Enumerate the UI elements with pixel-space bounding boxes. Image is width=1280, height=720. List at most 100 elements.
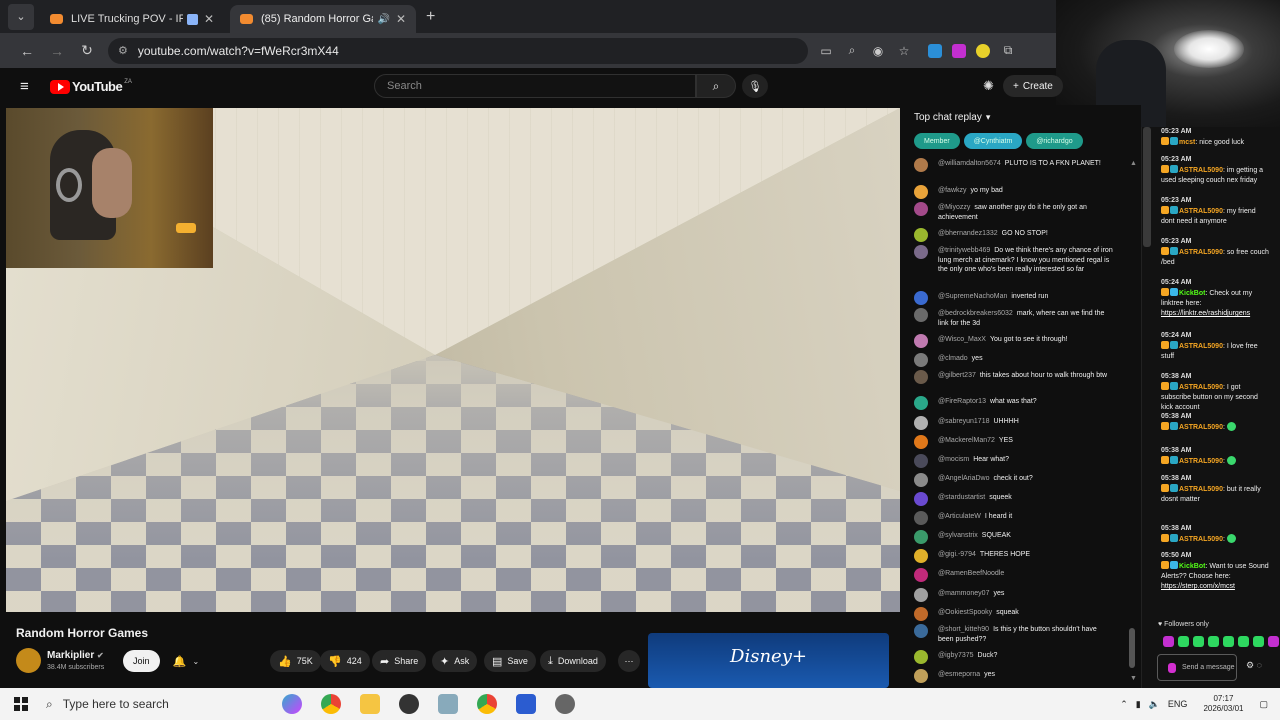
chat-avatar[interactable] xyxy=(914,202,928,216)
channel-avatar[interactable] xyxy=(16,648,41,673)
chat-username[interactable]: @stardustartist xyxy=(938,494,985,501)
subscribed-bell-button[interactable]: 🔔 ⌄ xyxy=(164,650,208,672)
chat-avatar[interactable] xyxy=(914,650,928,664)
chat-username[interactable]: @Wisco_MaxX xyxy=(938,336,986,343)
tab-random-horror[interactable]: (85) Random Horror Games 🔊 ✕ xyxy=(230,5,416,33)
more-actions-button[interactable]: ⋯ xyxy=(618,650,640,672)
save-button[interactable]: ▤ Save xyxy=(484,650,536,672)
chat-avatar[interactable] xyxy=(914,530,928,544)
chat-username[interactable]: @bhernandez1332 xyxy=(938,230,998,237)
chat-username[interactable]: @bedrockbreakers6032 xyxy=(938,310,1013,317)
voice-search-icon[interactable]: 🎙 xyxy=(742,74,768,98)
app-icon[interactable] xyxy=(516,694,536,714)
chat-avatar[interactable] xyxy=(914,396,928,410)
chat-avatar[interactable] xyxy=(914,607,928,621)
chat-username[interactable]: @fawkzy xyxy=(938,187,967,194)
app-icon[interactable] xyxy=(438,694,458,714)
close-tab-icon[interactable]: ✕ xyxy=(204,12,214,26)
chat-username[interactable]: @mammoney07 xyxy=(938,590,989,597)
emote-icon[interactable] xyxy=(1208,636,1219,647)
notifications-icon[interactable]: ▢ xyxy=(1259,699,1268,710)
tab-search-icon[interactable]: ⌄ xyxy=(8,3,34,30)
chat-username[interactable]: @mocism xyxy=(938,456,969,463)
chat-username[interactable]: @ArticulateW xyxy=(938,513,981,520)
zoom-icon[interactable]: ⌕ xyxy=(844,43,860,59)
emote-icon[interactable] xyxy=(1253,636,1264,647)
chat-avatar[interactable] xyxy=(914,158,928,172)
channel-name[interactable]: Markiplier ✔ xyxy=(47,650,104,661)
chat-avatar[interactable] xyxy=(914,492,928,506)
kick-username[interactable]: ASTRAL5090 xyxy=(1179,249,1223,256)
kick-username[interactable]: ASTRAL5090 xyxy=(1179,536,1223,543)
settings-icon[interactable]: ⚙ ◌ xyxy=(1246,660,1262,671)
emote-icon[interactable] xyxy=(1163,636,1174,647)
chat-avatar[interactable] xyxy=(914,568,928,582)
chat-avatar[interactable] xyxy=(914,454,928,468)
chat-avatar[interactable] xyxy=(914,228,928,242)
chat-avatar[interactable] xyxy=(914,308,928,322)
close-tab-icon[interactable]: ✕ xyxy=(396,12,406,26)
kick-username[interactable]: mcst xyxy=(1179,139,1195,146)
obs-icon[interactable] xyxy=(399,694,419,714)
youtube-logo[interactable]: YouTube ZA xyxy=(50,79,132,94)
chrome-icon[interactable] xyxy=(477,694,497,714)
chat-username[interactable]: @SupremeNachoMan xyxy=(938,293,1007,300)
tab-live-trucking[interactable]: LIVE Trucking POV - IRL | Hu ✕ xyxy=(40,5,224,33)
chat-avatar[interactable] xyxy=(914,511,928,525)
tray-overflow-icon[interactable]: ⌃ xyxy=(1120,699,1128,710)
url-field[interactable]: ⚙ youtube.com/watch?v=fWeRcr3mX44 xyxy=(108,37,808,64)
chat-username[interactable]: @short_kitteh90 xyxy=(938,626,989,633)
chat-avatar[interactable] xyxy=(914,334,928,348)
chip-user[interactable]: @Cynthiatm xyxy=(963,133,1023,149)
emote-icon[interactable] xyxy=(1238,636,1249,647)
kick-link[interactable]: https://linktr.ee/rashidjurgens xyxy=(1161,310,1250,317)
chat-avatar[interactable] xyxy=(914,549,928,563)
eye-off-icon[interactable]: ◉ xyxy=(870,43,886,59)
menu-icon[interactable]: ≡ xyxy=(20,78,34,95)
chat-username[interactable]: @OokiestSpooky xyxy=(938,609,992,616)
chat-username[interactable]: @sylvanstrix xyxy=(938,532,978,539)
extension-icon[interactable] xyxy=(928,43,942,58)
back-icon[interactable]: ← xyxy=(14,38,40,64)
chrome-icon[interactable] xyxy=(321,694,341,714)
chat-username[interactable]: @AngelAriaDwo xyxy=(938,475,989,482)
like-button[interactable]: 👍 75K xyxy=(270,650,321,672)
kick-username[interactable]: ASTRAL5090 xyxy=(1179,167,1223,174)
chip-user[interactable]: @richardgo xyxy=(1026,133,1083,149)
scroll-down-icon[interactable]: ▼ xyxy=(1130,675,1137,682)
chat-avatar[interactable] xyxy=(914,353,928,367)
reload-icon[interactable]: ↻ xyxy=(74,38,100,64)
search-icon[interactable]: ⌕ xyxy=(696,74,736,98)
chat-username[interactable]: @RamenBeefNoodle xyxy=(938,570,1004,577)
download-button[interactable]: ⤓ Download xyxy=(540,650,606,672)
chat-mode-dropdown[interactable]: Top chat replay ▾ xyxy=(900,105,1141,130)
scroll-up-icon[interactable]: ▲ xyxy=(1130,160,1137,167)
kick-username[interactable]: ASTRAL5090 xyxy=(1179,343,1223,350)
chat-username[interactable]: @trinitywebb469 xyxy=(938,247,990,254)
extension-icon[interactable] xyxy=(952,43,966,58)
kick-message-input[interactable]: Send a message xyxy=(1157,654,1237,681)
ask-button[interactable]: ✦ Ask xyxy=(432,650,478,672)
chat-username[interactable]: @williamdalton5674 xyxy=(938,160,1001,167)
chat-username[interactable]: @sabreyun1718 xyxy=(938,418,989,425)
kick-username[interactable]: ASTRAL5090 xyxy=(1179,458,1223,465)
emote-icon[interactable] xyxy=(1223,636,1234,647)
volume-icon[interactable]: 🔈 xyxy=(1149,699,1160,710)
chat-avatar[interactable] xyxy=(914,624,928,638)
chat-avatar[interactable] xyxy=(914,370,928,384)
scrollbar-thumb[interactable] xyxy=(1129,628,1135,668)
kick-username[interactable]: ASTRAL5090 xyxy=(1179,424,1223,431)
chat-avatar[interactable] xyxy=(914,473,928,487)
kick-link[interactable]: https://sterp.com/x/mcst xyxy=(1161,583,1235,590)
kick-username[interactable]: ASTRAL5090 xyxy=(1179,486,1223,493)
chat-username[interactable]: @igby7375 xyxy=(938,652,974,659)
chat-avatar[interactable] xyxy=(914,245,928,259)
dislike-button[interactable]: 👎 424 xyxy=(320,650,370,672)
extensions-puzzle-icon[interactable]: ⧉ xyxy=(1000,43,1016,59)
kick-username[interactable]: ASTRAL5090 xyxy=(1179,208,1223,215)
forward-icon[interactable]: → xyxy=(44,38,70,64)
kick-username[interactable]: KickBot xyxy=(1179,290,1205,297)
mic-icon[interactable] xyxy=(1168,663,1176,673)
disney-ad-banner[interactable]: Disney+ xyxy=(648,633,889,688)
cast-icon[interactable]: ▭ xyxy=(818,43,834,59)
